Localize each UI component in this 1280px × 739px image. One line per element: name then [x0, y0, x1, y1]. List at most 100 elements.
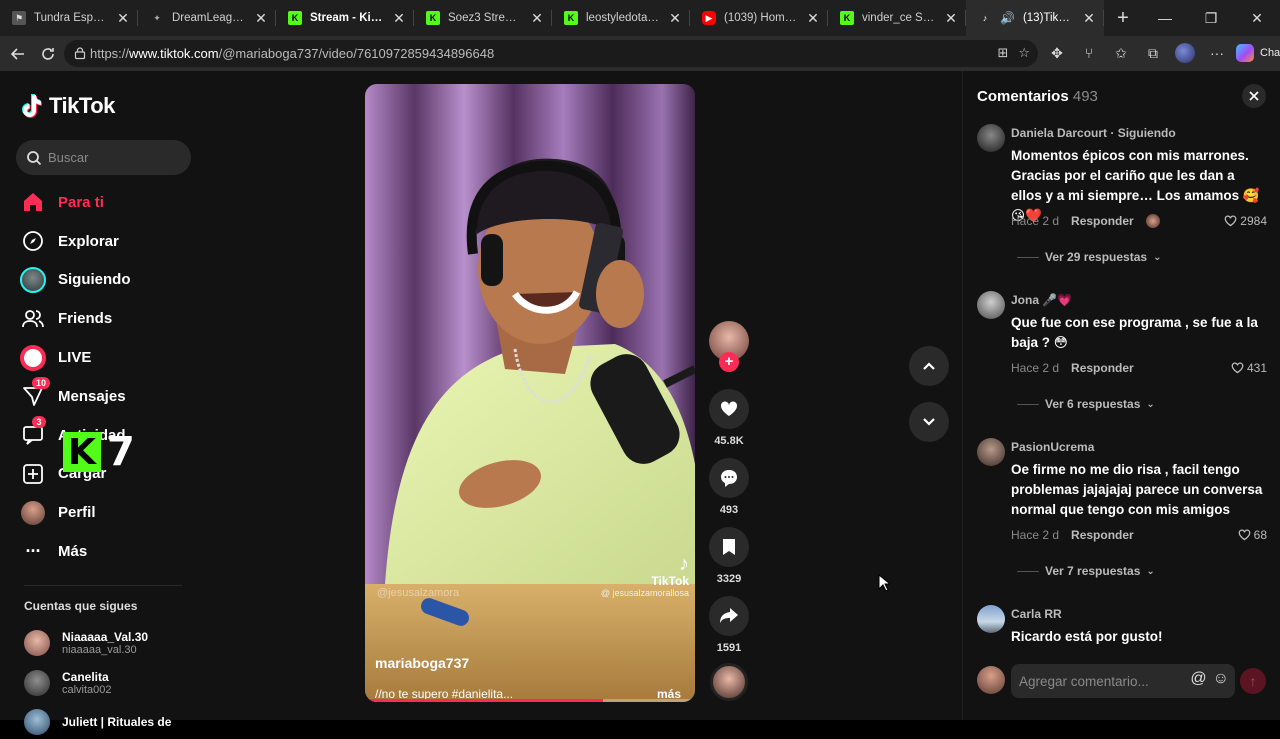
close-tab-icon[interactable]: ✕ — [806, 10, 820, 27]
send-comment-button[interactable]: ↑ — [1240, 668, 1266, 694]
notification-badge: 10 — [32, 377, 51, 390]
close-tab-icon[interactable]: ✕ — [392, 10, 406, 27]
minimize-icon[interactable]: — — [1142, 0, 1188, 36]
followed-account[interactable]: Juliett | Rituales de — [24, 705, 194, 739]
reply-button[interactable]: Responder — [1071, 528, 1134, 542]
comment-item: Carla RR Ricardo está por gusto! — [977, 605, 1267, 655]
following-avatar-icon — [20, 266, 46, 293]
close-window-icon[interactable]: ✕ — [1234, 0, 1280, 36]
back-icon[interactable] — [3, 39, 33, 69]
browser-tab[interactable]: ⚑ Tundra Esports vs Te ✕ — [0, 0, 138, 36]
speaker-icon[interactable]: 🔊 — [1000, 11, 1015, 25]
tiktok-logo[interactable]: TikTok — [22, 93, 115, 119]
comment-username[interactable]: Jona 🎤💗 — [1011, 293, 1072, 307]
view-replies-button[interactable]: Ver 29 respuestas ⌄ — [1017, 250, 1161, 264]
close-tab-icon[interactable]: ✕ — [1082, 10, 1096, 27]
view-replies-button[interactable]: Ver 6 respuestas ⌄ — [1017, 397, 1155, 411]
sidebar-item-label: Perfil — [58, 504, 96, 522]
site-info-icon[interactable] — [73, 46, 87, 60]
profile-avatar-icon[interactable] — [1172, 40, 1198, 66]
copilot-button[interactable]: Chat — [1236, 44, 1280, 62]
browser-tab[interactable]: ▶ (1039) Homenaje a l ✕ — [690, 0, 828, 36]
comment-username[interactable]: Carla RR — [1011, 607, 1062, 621]
reply-button[interactable]: Responder — [1071, 214, 1134, 228]
close-tab-icon[interactable]: ✕ — [944, 10, 958, 27]
reload-icon[interactable] — [33, 39, 63, 69]
search-placeholder: Buscar — [48, 150, 89, 165]
apps-grid-icon[interactable]: ⊞ — [997, 45, 1008, 61]
tiktok-icon: ♪ — [982, 13, 988, 23]
sidebar-item-live[interactable]: LIVE — [20, 338, 190, 377]
avatar[interactable] — [977, 438, 1005, 466]
video-author[interactable]: mariaboga737 — [375, 655, 469, 671]
split-screen-icon[interactable]: ⑂ — [1076, 40, 1102, 66]
account-name: Juliett | Rituales de — [62, 715, 172, 729]
follow-plus-icon[interactable]: + — [719, 352, 739, 372]
sidebar-item-perfil[interactable]: Perfil — [20, 493, 190, 532]
close-tab-icon[interactable]: ✕ — [530, 10, 544, 27]
comment-input[interactable]: Agregar comentario... @ ☺ — [1011, 664, 1235, 698]
followed-account[interactable]: Canelita calvita002 — [24, 666, 194, 700]
music-disc[interactable] — [707, 663, 751, 701]
kick-overlay-graphic: K 7 — [63, 429, 135, 475]
sidebar-item-mas[interactable]: ··· Más — [20, 532, 190, 571]
account-handle: niaaaaa_val.30 — [62, 643, 137, 656]
video-progress-bar[interactable] — [365, 699, 695, 702]
sidebar-item-friends[interactable]: Friends — [20, 299, 190, 338]
save-button[interactable]: 3329 — [707, 527, 751, 585]
address-bar[interactable]: https://www.tiktok.com/@mariaboga737/vid… — [64, 40, 1038, 67]
video-player[interactable]: @jesusalzamora ♪ TikTok @ jesusalzamoral… — [365, 84, 695, 702]
sidebar-item-label: Mensajes — [58, 387, 126, 405]
favorites-icon[interactable]: ✩ — [1108, 40, 1134, 66]
sidebar-item-mensajes[interactable]: 10 Mensajes — [20, 377, 190, 416]
collections-icon[interactable]: ⧉ — [1140, 40, 1166, 66]
browser-tab[interactable]: K leostyledota Stream ✕ — [552, 0, 690, 36]
comment-like-button[interactable]: 431 — [1231, 361, 1267, 375]
browser-tab[interactable]: K Soez3 Stream - Wat ✕ — [414, 0, 552, 36]
view-replies-button[interactable]: Ver 7 respuestas ⌄ — [1017, 564, 1155, 578]
comment-like-button[interactable]: 2984 — [1224, 214, 1267, 228]
favorite-star-icon[interactable]: ☆ — [1018, 45, 1030, 61]
comment-input-placeholder: Agregar comentario... — [1019, 673, 1149, 689]
comment-username[interactable]: Daniela Darcourt · Siguiendo — [1011, 126, 1176, 140]
copilot-label: Chat — [1260, 47, 1280, 59]
creator-avatar[interactable]: + — [707, 321, 751, 372]
comment-button[interactable]: 493 — [707, 458, 751, 516]
sidebar-item-siguiendo[interactable]: Siguiendo — [20, 261, 190, 300]
browser-tab[interactable]: K Stream - Kick Dashb ✕ — [276, 0, 414, 36]
mention-icon[interactable]: @ — [1190, 670, 1206, 688]
browser-tab[interactable]: K vinder_ce Stream - ✕ — [828, 0, 966, 36]
share-button[interactable]: 1591 — [707, 596, 751, 654]
new-tab-button[interactable]: + — [1104, 0, 1142, 36]
menu-dots-icon[interactable]: ··· — [1204, 40, 1230, 66]
emoji-icon[interactable]: ☺ — [1213, 670, 1229, 688]
close-tab-icon[interactable]: ✕ — [116, 10, 130, 27]
avatar[interactable] — [977, 291, 1005, 319]
browser-tab[interactable]: ✦ DreamLeague Seaso ✕ — [138, 0, 276, 36]
avatar[interactable] — [977, 605, 1005, 633]
avatar[interactable] — [977, 124, 1005, 152]
maximize-icon[interactable]: ❐ — [1188, 0, 1234, 36]
close-tab-icon[interactable]: ✕ — [254, 10, 268, 27]
close-tab-icon[interactable]: ✕ — [668, 10, 682, 27]
search-input[interactable]: Buscar — [16, 140, 191, 175]
view-replies-label: Ver 6 respuestas — [1045, 397, 1141, 411]
kick-logo: K — [63, 432, 101, 473]
comment-username[interactable]: PasionUcrema — [1011, 440, 1094, 454]
extensions-icon[interactable]: ✥ — [1044, 40, 1070, 66]
comment-like-button[interactable]: 68 — [1238, 528, 1267, 542]
close-comments-button[interactable] — [1242, 84, 1266, 108]
followed-account[interactable]: Niaaaaa_Val.30 niaaaaa_val.30 — [24, 626, 194, 660]
tab-title: Stream - Kick Dashb — [310, 12, 384, 24]
like-button[interactable]: 45.8K — [707, 389, 751, 447]
comment-like-count: 431 — [1246, 361, 1267, 375]
browser-tab-active[interactable]: ♪ 🔊 (13)TikTok - Ma ✕ — [966, 0, 1104, 36]
sidebar-item-para-ti[interactable]: Para ti — [20, 183, 190, 222]
arrow-up-icon: ↑ — [1249, 673, 1257, 689]
previous-video-button[interactable] — [909, 346, 949, 386]
comment-text: Que fue con ese programa , se fue a la b… — [1011, 315, 1258, 350]
esports-logo-icon: ⚑ — [12, 11, 26, 25]
next-video-button[interactable] — [909, 402, 949, 442]
sidebar-item-explorar[interactable]: Explorar — [20, 222, 190, 261]
reply-button[interactable]: Responder — [1071, 361, 1134, 375]
